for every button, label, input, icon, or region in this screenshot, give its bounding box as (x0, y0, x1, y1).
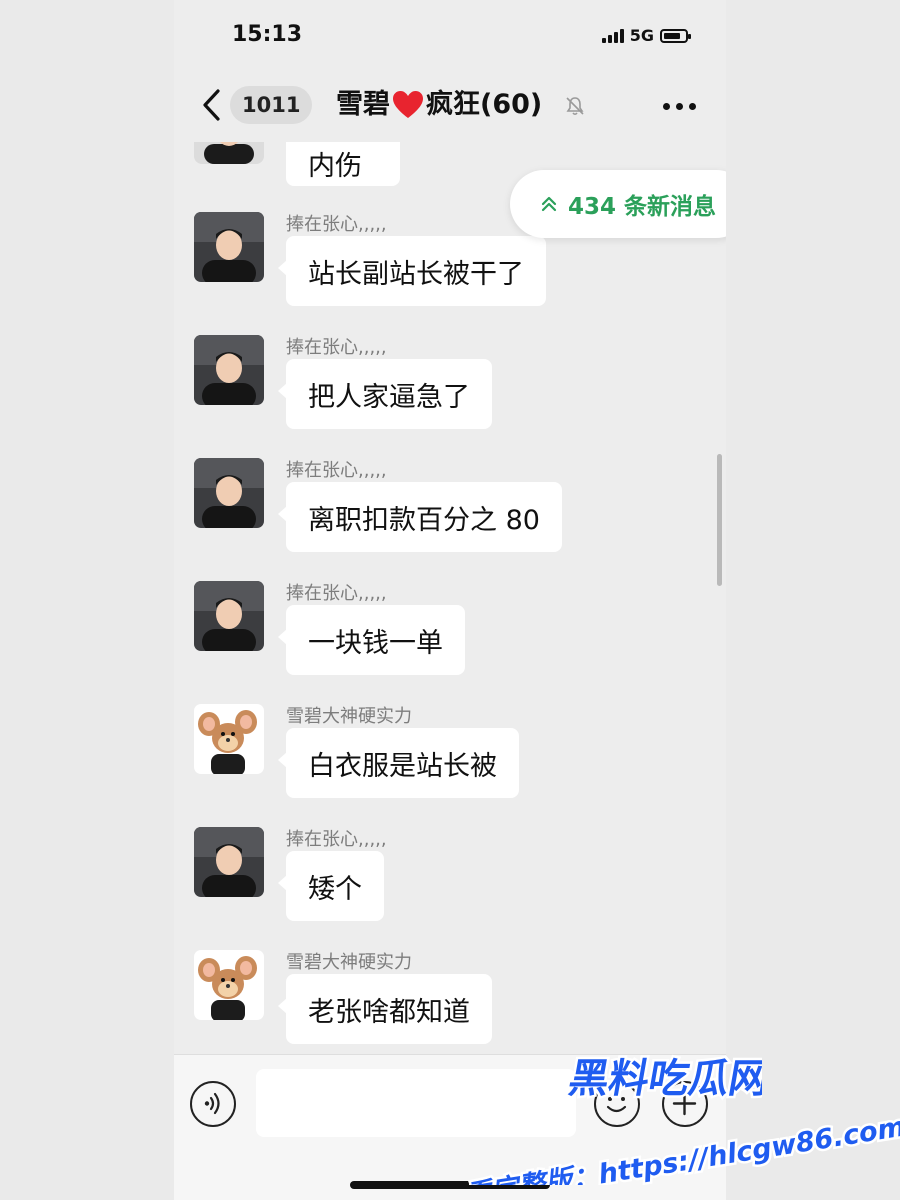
chat-title-part1: 雪碧 (336, 89, 390, 120)
signal-icon (601, 28, 624, 43)
heart-icon (393, 91, 423, 118)
avatar[interactable] (194, 827, 264, 897)
status-time: 15:13 (232, 22, 303, 47)
avatar[interactable] (194, 704, 264, 774)
new-messages-button[interactable]: 434 条新消息 (510, 170, 726, 238)
voice-wave-icon (204, 1092, 220, 1115)
message-bubble[interactable]: 内伤 (286, 142, 400, 186)
avatar[interactable] (194, 458, 264, 528)
status-indicators: 5G (601, 26, 691, 45)
double-chevron-up-icon (541, 196, 557, 212)
message-list[interactable]: 内伤 捧在张心,,,,, 站长副站长被干了 捧在张心,,,,, 把人家逼急了 捧… (174, 142, 726, 1054)
message-bubble[interactable]: 矮个 (278, 851, 384, 921)
unread-count-badge[interactable]: 1011 (230, 86, 313, 124)
message-bubble[interactable]: 一块钱一单 (278, 605, 465, 675)
message-bubble[interactable]: 离职扣款百分之 80 (278, 482, 562, 552)
voice-input-button[interactable] (190, 1081, 236, 1127)
sender-name: 雪碧大神硬实力 (286, 706, 412, 727)
avatar[interactable] (194, 212, 264, 282)
message-bubble[interactable]: 白衣服是站长被 (278, 728, 519, 798)
avatar[interactable] (194, 142, 264, 164)
message-bubble[interactable]: 老张啥都知道 (278, 974, 492, 1044)
chat-title-part2: 疯狂(60) (426, 89, 543, 120)
sender-name: 雪碧大神硬实力 (286, 952, 412, 973)
sender-name: 捧在张心,,,,, (286, 460, 387, 481)
status-bar: 15:13 5G (174, 0, 726, 70)
sender-name: 捧在张心,,,,, (286, 583, 387, 604)
watermark-url: 看完整版：https://hlcgw86.com (460, 1109, 900, 1185)
battery-icon (660, 28, 691, 43)
new-messages-label: 434 条新消息 (568, 194, 717, 220)
avatar[interactable] (194, 335, 264, 405)
chat-header: 1011 雪碧 疯狂(60) (174, 70, 726, 142)
watermark-logo: 黑料吃瓜网 (563, 1053, 762, 1105)
chat-title: 雪碧 疯狂(60) (336, 86, 542, 124)
avatar[interactable] (194, 950, 264, 1020)
network-label: 5G (629, 26, 654, 45)
watermark-logo-text: 黑料吃瓜网 (565, 1055, 762, 1102)
sender-name: 捧在张心,,,,, (286, 214, 387, 235)
back-chevron-icon[interactable] (200, 88, 224, 122)
avatar[interactable] (194, 581, 264, 651)
sender-name: 捧在张心,,,,, (286, 829, 387, 850)
mute-bell-icon (566, 97, 584, 116)
message-bubble[interactable]: 把人家逼急了 (278, 359, 492, 429)
more-options-button[interactable] (663, 103, 696, 110)
message-bubble[interactable]: 站长副站长被干了 (278, 236, 546, 306)
watermark-url-text: 看完整版：https://hlcgw86.com (463, 1111, 900, 1185)
message-text: 内伤 (308, 151, 362, 182)
sender-name: 捧在张心,,,,, (286, 337, 387, 358)
scrollbar[interactable] (717, 454, 722, 586)
phone-screen: 15:13 5G 1011 雪碧 疯狂(60) 内伤 捧在张心,,,,, 站长副… (174, 0, 726, 1200)
